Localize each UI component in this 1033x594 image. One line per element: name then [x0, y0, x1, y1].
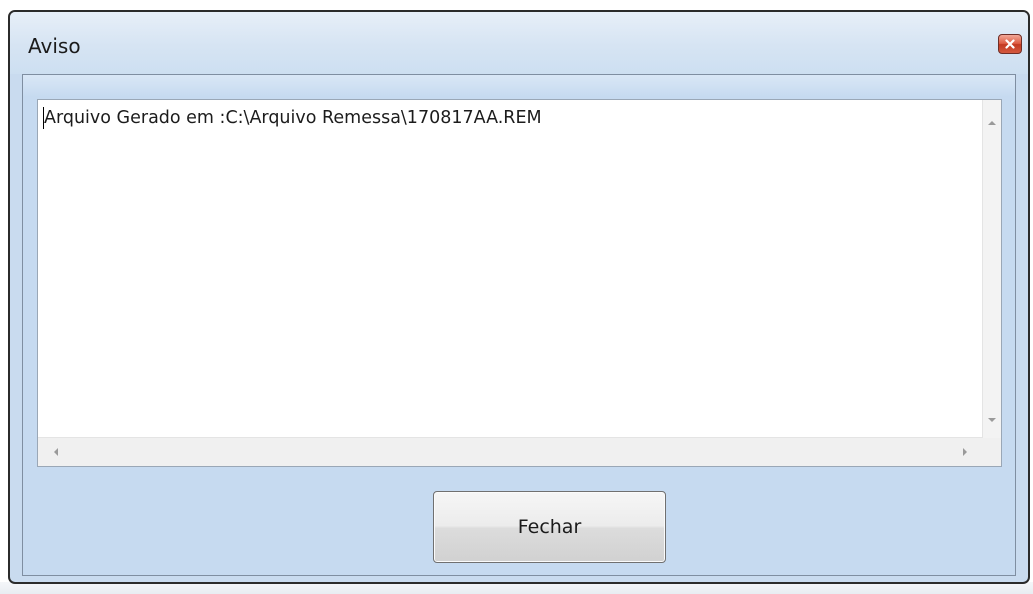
dialog-body: Arquivo Gerado em :C:\Arquivo Remessa\17…	[22, 74, 1016, 576]
aviso-dialog: Aviso Arquivo Gerado em :C:\Arquivo Reme…	[8, 10, 1030, 584]
horizontal-scrollbar[interactable]	[38, 437, 983, 466]
message-text: Arquivo Gerado em :C:\Arquivo Remessa\17…	[44, 108, 542, 128]
dialog-title: Aviso	[28, 34, 81, 58]
body-top-band	[23, 75, 1015, 97]
scrollbar-corner	[983, 438, 1001, 466]
scroll-down-arrow-icon[interactable]	[988, 418, 996, 422]
close-icon	[1005, 39, 1015, 49]
close-button[interactable]	[998, 34, 1022, 54]
fechar-button[interactable]: Fechar	[433, 491, 666, 563]
scroll-up-arrow-icon[interactable]	[988, 121, 996, 125]
scroll-left-arrow-icon[interactable]	[54, 448, 58, 456]
scroll-right-arrow-icon[interactable]	[963, 448, 967, 456]
title-bar[interactable]: Aviso	[10, 12, 1028, 74]
vertical-scrollbar[interactable]	[982, 100, 1001, 438]
message-memo[interactable]: Arquivo Gerado em :C:\Arquivo Remessa\17…	[37, 99, 1002, 467]
